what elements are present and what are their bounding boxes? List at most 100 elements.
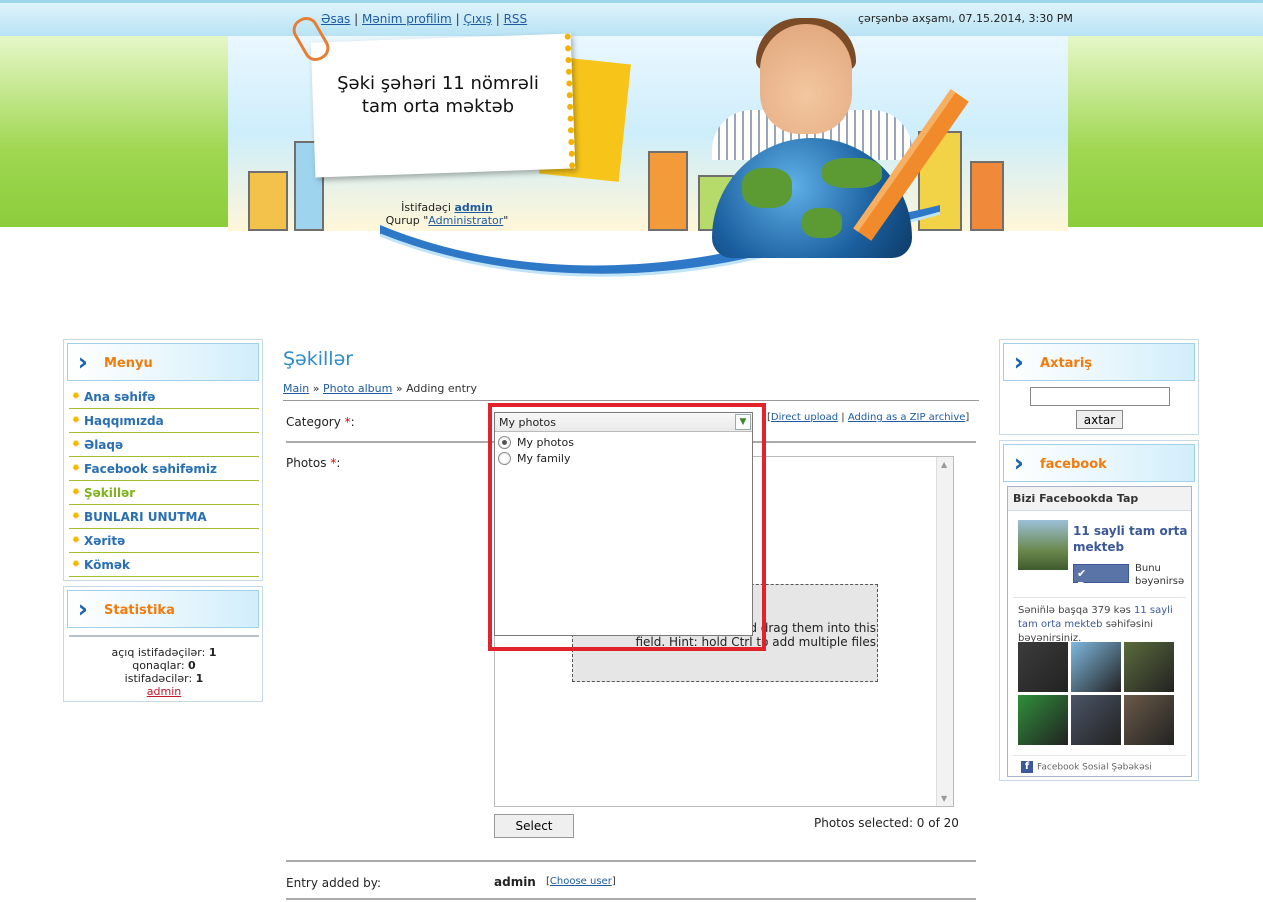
facebook-page-thumbnail[interactable]: [1018, 520, 1068, 570]
scroll-down-icon[interactable]: ▼: [941, 794, 947, 803]
facebook-like-count: Sənin̈lə başqa 379 kəs 11 sayli tam orta…: [1018, 604, 1190, 646]
search-title: Axtariş: [1040, 356, 1093, 371]
bullet-icon: ✹: [71, 487, 81, 498]
zip-archive-link[interactable]: Adding as a ZIP archive: [848, 412, 966, 423]
category-selected-value: My photos: [499, 416, 556, 429]
photos-selected-count: Photos selected: 0 of 20: [814, 816, 959, 830]
menu-item-home[interactable]: ✹ Ana səhifə: [69, 385, 259, 409]
nav-profile-link[interactable]: Mənim profilim: [362, 12, 452, 26]
menu-item-photos[interactable]: ✹ Şəkillər: [69, 481, 259, 505]
nav-logout-link[interactable]: Çıxış: [463, 12, 491, 26]
menu-item-contact[interactable]: ✹ Əlaqə: [69, 433, 259, 457]
search-panel-header: ›› Axtariş: [1003, 343, 1195, 381]
breadcrumb-album-link[interactable]: Photo album: [323, 382, 392, 395]
nav-separator: |: [354, 12, 359, 26]
user-prefix: İstifadəçi: [401, 201, 451, 214]
bracket: ]: [965, 412, 970, 423]
nav-separator: |: [455, 12, 460, 26]
photos-area-scrollbar[interactable]: ▲ ▼: [936, 457, 953, 806]
category-option-my-family[interactable]: My family: [498, 450, 570, 466]
nav-home-link[interactable]: Əsas: [321, 12, 350, 26]
boy-face-decoration: [760, 24, 852, 134]
group-name-link[interactable]: Administrator: [428, 214, 503, 227]
group-prefix: Qurup ": [385, 214, 429, 227]
facebook-friend-avatar[interactable]: [1018, 695, 1068, 745]
menu-item-dont-forget[interactable]: ✹ BUNLARI UNUTMA: [69, 505, 259, 529]
menu-list: ✹ Ana səhifə ✹ Haqqımızda ✹ Əlaqə ✹ Face…: [69, 385, 259, 577]
category-dropdown[interactable]: My photos ▼ My photos My family: [494, 412, 753, 636]
menu-panel: ›› Menyu ✹ Ana səhifə ✹ Haqqımızda ✹ Əla…: [63, 339, 263, 581]
facebook-friend-avatar[interactable]: [1018, 642, 1068, 692]
breadcrumb-current: Adding entry: [406, 382, 477, 395]
breadcrumb-separator: »: [312, 382, 320, 395]
menu-item-about[interactable]: ✹ Haqqımızda: [69, 409, 259, 433]
facebook-footer-text[interactable]: Facebook Sosial Şəbəkəsi: [1037, 763, 1152, 773]
menu-item-label: Şəkillər: [84, 485, 136, 500]
like-count-prefix: Sənin̈lə başqa 379 kəs: [1018, 605, 1131, 616]
photos-label: Photos *:: [286, 456, 340, 470]
label-colon: :: [336, 456, 341, 470]
facebook-panel: ›› facebook Bizi Facebookda Tap 11 sayli…: [999, 440, 1199, 781]
chevron-down-icon[interactable]: ▼: [735, 414, 751, 430]
nav-rss-link[interactable]: RSS: [504, 12, 528, 26]
search-button[interactable]: axtar: [1076, 410, 1123, 429]
facebook-like-note: Bunu bəyənirsə: [1135, 563, 1185, 587]
photos-label-text: Photos: [286, 456, 327, 470]
direct-upload-link[interactable]: Direct upload: [771, 412, 838, 423]
menu-panel-header: ›› Menyu: [67, 343, 259, 381]
top-strip: [0, 0, 1263, 36]
facebook-panel-header: ›› facebook: [1003, 444, 1195, 482]
menu-item-help[interactable]: ✹ Kömək: [69, 553, 259, 577]
breadcrumb-main-link[interactable]: Main: [283, 382, 309, 395]
stat-value: 0: [188, 659, 196, 672]
facebook-page-name[interactable]: 11 sayli tam orta mekteb: [1073, 523, 1191, 555]
menu-item-label: Kömək: [84, 557, 130, 572]
facebook-friend-avatar[interactable]: [1124, 695, 1174, 745]
stat-row: açıq istifadəçilər: 1: [69, 646, 259, 659]
stat-label: açıq istifadəçilər:: [111, 646, 206, 659]
radio-unchecked-icon: [498, 451, 511, 465]
link-separator: |: [841, 412, 845, 423]
category-select[interactable]: My photos ▼: [495, 413, 752, 432]
breadcrumb-separator: »: [395, 382, 403, 395]
search-input[interactable]: [1030, 387, 1170, 406]
bullet-icon: ✹: [71, 535, 81, 546]
checkmark-icon: ✔: [1077, 567, 1087, 580]
facebook-friend-avatar[interactable]: [1124, 642, 1174, 692]
facebook-friend-avatar[interactable]: [1071, 642, 1121, 692]
statistics-title: Statistika: [104, 603, 175, 618]
bullet-icon: ✹: [71, 559, 81, 570]
scroll-up-icon[interactable]: ▲: [941, 460, 947, 469]
facebook-title: facebook: [1040, 457, 1107, 472]
group-suffix: ": [503, 214, 509, 227]
site-title[interactable]: Şəki şəhəri 11 nömrəli tam orta məktəb: [318, 72, 558, 118]
option-label: My family: [517, 451, 571, 465]
category-label-text: Category: [286, 415, 341, 429]
top-navigation: Əsas | Mənim profilim | Çıxış | RSS: [321, 12, 527, 26]
label-colon: :: [350, 415, 355, 429]
category-option-my-photos[interactable]: My photos: [498, 434, 574, 450]
facebook-like-button[interactable]: ✔ Bəyən: [1073, 564, 1129, 593]
upload-mode-links: [Direct upload | Adding as a ZIP archive…: [767, 412, 969, 423]
menu-item-map[interactable]: ✹ Xəritə: [69, 529, 259, 553]
statistics-panel-header: ›› Statistika: [67, 590, 259, 628]
header-datetime: çərşənbə axşamı, 07.15.2014, 3:30 PM: [858, 12, 1073, 25]
stat-row: istifadəcilər: 1: [69, 672, 259, 685]
choose-user-link[interactable]: Choose user: [550, 876, 612, 887]
facebook-friend-avatar[interactable]: [1071, 695, 1121, 745]
online-user-link[interactable]: admin: [147, 685, 181, 698]
divider: [286, 898, 976, 900]
author-label: Entry added by:: [286, 876, 382, 890]
bullet-icon: ✹: [71, 415, 81, 426]
facebook-icon: f: [1021, 761, 1033, 773]
stat-value: 1: [208, 646, 217, 659]
select-photos-button[interactable]: Select: [494, 814, 574, 838]
bullet-icon: ✹: [71, 391, 81, 402]
site-title-line2: tam orta məktəb: [361, 96, 515, 117]
breadcrumb: Main » Photo album » Adding entry: [283, 382, 477, 395]
bullet-icon: ✹: [71, 463, 81, 474]
user-name-link[interactable]: admin: [454, 201, 492, 214]
site-title-line1: Şəki şəhəri 11 nömrəli: [337, 73, 539, 94]
menu-item-facebook[interactable]: ✹ Facebook səhifəmiz: [69, 457, 259, 481]
category-label: Category *:: [286, 415, 355, 429]
